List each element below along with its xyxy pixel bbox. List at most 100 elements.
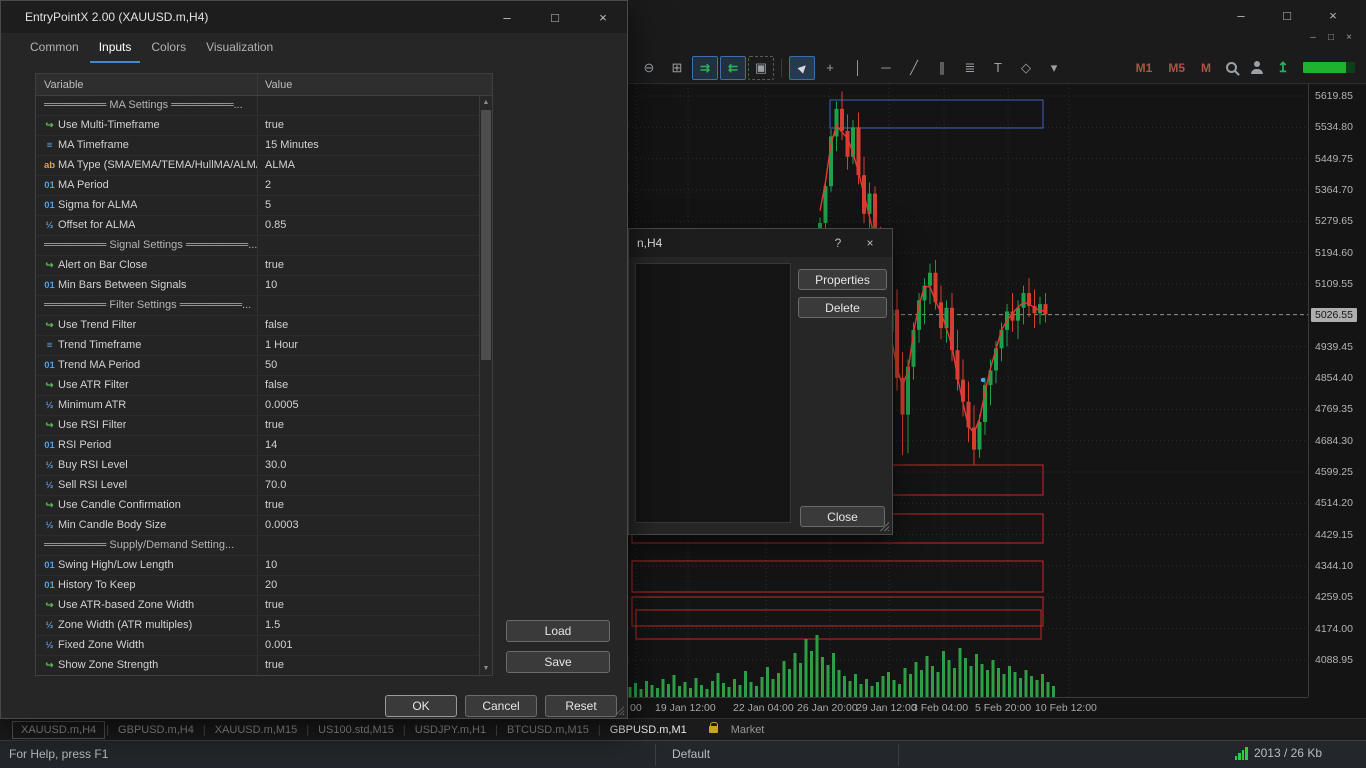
tab-colors[interactable]: Colors xyxy=(142,35,195,63)
app-close-button[interactable]: × xyxy=(1310,8,1356,23)
objects-list[interactable] xyxy=(635,263,791,523)
crosshair-icon[interactable]: + xyxy=(817,56,843,80)
scroll-down-icon[interactable]: ▼ xyxy=(480,662,492,675)
app-maximize-button[interactable]: □ xyxy=(1264,8,1310,23)
chart-close-button[interactable]: × xyxy=(1340,32,1358,43)
input-row[interactable]: ab MA Type (SMA/EMA/TEMA/HullMA/ALMA) ALMA xyxy=(36,156,479,176)
shapes-icon[interactable]: ◇ xyxy=(1013,56,1039,80)
input-row[interactable]: ↪ Use Multi-Timeframe true xyxy=(36,116,479,136)
shapes-dropdown-icon[interactable]: ▾ xyxy=(1041,56,1067,80)
properties-button[interactable]: Properties xyxy=(798,269,887,290)
tile-windows-icon[interactable]: ⊞ xyxy=(664,56,690,80)
input-row[interactable]: ↪ Alert on Bar Close true xyxy=(36,256,479,276)
input-row[interactable]: 01 Min Bars Between Signals 10 xyxy=(36,276,479,296)
search-icon[interactable] xyxy=(1218,56,1244,80)
chart-restore-button[interactable]: □ xyxy=(1322,32,1340,43)
chart-tab[interactable]: US100.std,M15 xyxy=(310,722,402,738)
price-scale[interactable]: 5026.55 5619.85 5534.80 5449.75 5364.70 5279… xyxy=(1308,84,1366,697)
objects-dialog-close-icon[interactable]: × xyxy=(854,236,886,250)
input-row[interactable]: ≡ MA Timeframe 15 Minutes xyxy=(36,136,479,156)
auto-scroll-icon[interactable]: ⇉ xyxy=(692,55,718,80)
levels-icon[interactable]: ↥ xyxy=(1270,56,1296,80)
input-group-row[interactable]: ════════ Signal Settings ════════... xyxy=(36,236,479,256)
time-axis[interactable]: 00 19 Jan 12:00 22 Jan 04:00 26 Jan 20:00 29… xyxy=(628,697,1308,718)
variable-value xyxy=(258,296,479,315)
chart-tab[interactable]: XAUUSD.m,H4 xyxy=(12,720,106,739)
profile-icon[interactable] xyxy=(1244,56,1270,80)
load-button[interactable]: Load xyxy=(506,620,610,642)
app-window-controls: – □ × xyxy=(1218,0,1356,30)
input-row[interactable]: ½ Zone Width (ATR multiples) 1.5 xyxy=(36,616,479,636)
save-button[interactable]: Save xyxy=(506,651,610,673)
timeframe-m15-button[interactable]: M xyxy=(1194,59,1218,77)
tab-visualization[interactable]: Visualization xyxy=(197,35,282,63)
time-label: 22 Jan 04:00 xyxy=(733,702,794,714)
input-row[interactable]: ↪ Use Trend Filter false xyxy=(36,316,479,336)
price-label: 4684.30 xyxy=(1315,434,1353,447)
snapshot-icon[interactable]: ▣ xyxy=(748,55,774,80)
tab-common[interactable]: Common xyxy=(21,35,88,63)
scrollbar-thumb[interactable] xyxy=(481,110,491,360)
horizontal-line-icon[interactable]: ─ xyxy=(873,56,899,80)
vertical-line-icon[interactable]: │ xyxy=(845,56,871,80)
cursor-icon[interactable]: ► xyxy=(789,55,815,80)
chart-tab[interactable]: USDJPY.m,H1 xyxy=(407,722,494,738)
ea-close-button[interactable]: × xyxy=(579,10,627,25)
input-row[interactable]: 01 Swing High/Low Length 10 xyxy=(36,556,479,576)
scroll-up-icon[interactable]: ▲ xyxy=(480,96,492,109)
resize-grip[interactable] xyxy=(879,521,889,531)
channel-icon[interactable]: ∥ xyxy=(929,56,955,80)
profile-selector[interactable]: Default xyxy=(672,747,710,761)
input-row[interactable]: 01 MA Period 2 xyxy=(36,176,479,196)
ea-maximize-button[interactable]: □ xyxy=(531,10,579,25)
chart-minimize-button[interactable]: – xyxy=(1304,32,1322,43)
variable-name: Swing High/Low Length xyxy=(58,559,174,571)
double-input-icon: ½ xyxy=(45,640,54,651)
trendline-icon[interactable]: ╱ xyxy=(901,56,927,80)
ea-minimize-button[interactable]: – xyxy=(483,10,531,25)
delete-button[interactable]: Delete xyxy=(798,297,887,318)
input-row[interactable]: 01 History To Keep 20 xyxy=(36,576,479,596)
input-row[interactable]: ½ Minimum ATR 0.0005 xyxy=(36,396,479,416)
input-group-row[interactable]: ════════ MA Settings ════════... xyxy=(36,96,479,116)
input-group-row[interactable]: ════════ Filter Settings ════════... xyxy=(36,296,479,316)
close-button[interactable]: Close xyxy=(800,506,885,527)
app-minimize-button[interactable]: – xyxy=(1218,8,1264,23)
variable-value: ALMA xyxy=(265,159,295,171)
variable-column-header: Variable xyxy=(36,74,258,95)
chart-tab[interactable]: GBPUSD.m,H4 xyxy=(110,722,202,738)
variable-name: Use Multi-Timeframe xyxy=(58,119,160,131)
input-row[interactable]: ↪ Use Candle Confirmation true xyxy=(36,496,479,516)
reset-button[interactable]: Reset xyxy=(545,695,617,717)
input-row[interactable]: ½ Sell RSI Level 70.0 xyxy=(36,476,479,496)
input-row[interactable]: 01 Trend MA Period 50 xyxy=(36,356,479,376)
input-row[interactable]: ↪ Show Zone Strength true xyxy=(36,656,479,675)
tab-inputs[interactable]: Inputs xyxy=(89,35,141,63)
input-row[interactable]: 01 RSI Period 14 xyxy=(36,436,479,456)
chart-tab[interactable]: GBPUSD.m,M1 xyxy=(602,722,695,738)
input-row[interactable]: ½ Buy RSI Level 30.0 xyxy=(36,456,479,476)
table-scrollbar[interactable]: ▲ ▼ xyxy=(479,96,492,675)
tab-market[interactable]: Market xyxy=(723,722,773,738)
resize-grip[interactable] xyxy=(614,705,624,715)
input-row[interactable]: ½ Offset for ALMA 0.85 xyxy=(36,216,479,236)
cancel-button[interactable]: Cancel xyxy=(465,695,537,717)
ok-button[interactable]: OK xyxy=(385,695,457,717)
text-tool-icon[interactable]: T xyxy=(985,56,1011,80)
input-row[interactable]: ½ Fixed Zone Width 0.001 xyxy=(36,636,479,656)
input-row[interactable]: ≡ Trend Timeframe 1 Hour xyxy=(36,336,479,356)
chart-tab[interactable]: XAUUSD.m,M15 xyxy=(207,722,306,738)
input-group-row[interactable]: ════════ Supply/Demand Setting... xyxy=(36,536,479,556)
input-row[interactable]: 01 Sigma for ALMA 5 xyxy=(36,196,479,216)
timeframe-m1-button[interactable]: M1 xyxy=(1129,59,1160,77)
input-row[interactable]: ↪ Use ATR-based Zone Width true xyxy=(36,596,479,616)
input-row[interactable]: ½ Min Candle Body Size 0.0003 xyxy=(36,516,479,536)
chart-tab[interactable]: BTCUSD.m,M15 xyxy=(499,722,597,738)
chart-shift-icon[interactable]: ⇇ xyxy=(720,55,746,80)
input-row[interactable]: ↪ Use ATR Filter false xyxy=(36,376,479,396)
zoom-out-icon[interactable]: ⊖ xyxy=(636,56,662,80)
help-icon[interactable]: ? xyxy=(822,236,854,250)
input-row[interactable]: ↪ Use RSI Filter true xyxy=(36,416,479,436)
fibonacci-icon[interactable]: ≣ xyxy=(957,56,983,80)
timeframe-m5-button[interactable]: M5 xyxy=(1161,59,1192,77)
